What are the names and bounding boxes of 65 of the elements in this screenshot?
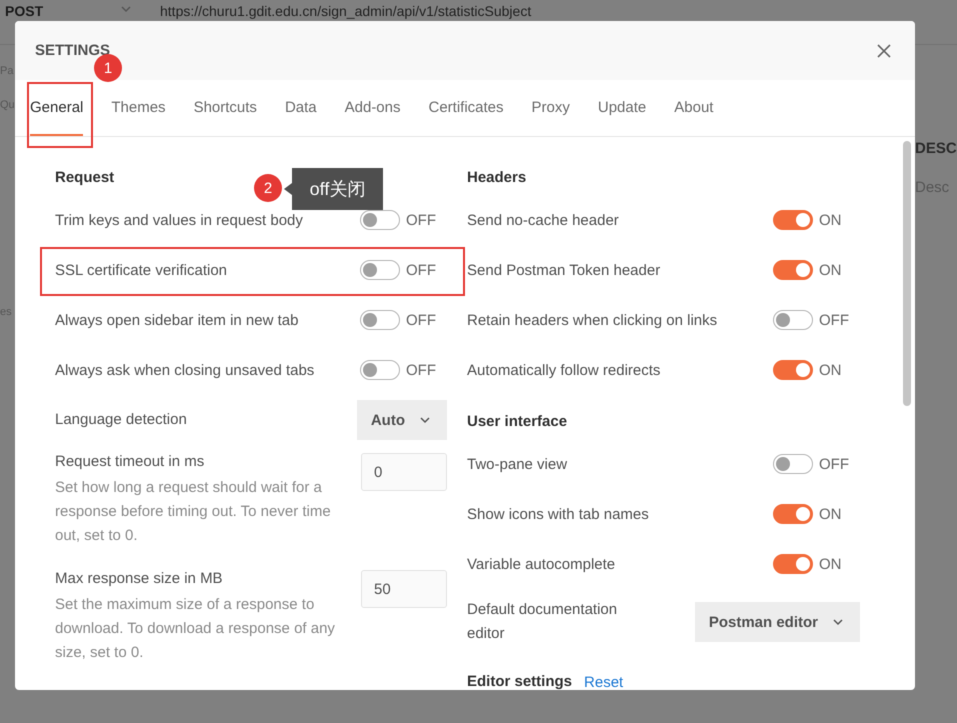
dropdown[interactable]: Postman editor [694, 602, 860, 642]
toggle-state: ON [819, 362, 842, 378]
setting-label: Language detection [55, 410, 187, 430]
setting-description: Set the maximum size of a response to download. To download a response of any size, set to 0. [55, 595, 336, 663]
toggle-state: ON [819, 506, 842, 522]
toggle-switch[interactable] [360, 360, 400, 380]
tab[interactable]: Themes [111, 80, 166, 136]
setting-label: Request timeout in ms [55, 453, 206, 470]
tooltip: off关闭 [292, 168, 383, 210]
toggle-switch[interactable] [773, 360, 813, 380]
toggle-state: OFF [406, 362, 436, 378]
toggle-switch[interactable] [773, 454, 813, 474]
tooltip-arrow-icon [284, 183, 292, 195]
toggle-state: ON [819, 556, 842, 572]
number-field[interactable]: 0 [361, 453, 447, 491]
toggle-state: OFF [406, 312, 436, 328]
setting-label: Show icons with tab names [467, 506, 649, 522]
toggle-switch[interactable] [360, 310, 400, 330]
tab[interactable]: Update [598, 80, 646, 136]
scrollbar[interactable] [903, 141, 911, 406]
section-title: Request [55, 168, 114, 188]
dropdown[interactable]: Auto [356, 400, 447, 440]
toggle-switch[interactable] [360, 210, 400, 230]
toggle-state: ON [819, 212, 842, 228]
setting-label: Automatically follow redirects [467, 362, 660, 378]
toggle-state: OFF [819, 312, 849, 328]
toggle-switch[interactable] [773, 554, 813, 574]
toggle-switch[interactable] [773, 504, 813, 524]
toggle-switch[interactable] [773, 260, 813, 280]
callout-badge: 2 [254, 174, 282, 202]
background-text: DESC [915, 140, 957, 157]
tab[interactable]: Proxy [532, 80, 570, 136]
toggle-switch[interactable] [360, 260, 400, 280]
setting-label: Always open sidebar item in new tab [55, 312, 298, 328]
toggle-switch[interactable] [773, 310, 813, 330]
setting-label: Max response size in MB [55, 570, 224, 587]
toggle-state: OFF [819, 456, 849, 472]
number-field[interactable]: 50 [361, 570, 447, 608]
toggle-state: OFF [406, 262, 436, 278]
toggle-state: ON [819, 262, 842, 278]
setting-label: Variable autocomplete [467, 556, 616, 572]
setting-label: Send Postman Token header [467, 262, 660, 278]
close-button[interactable] [875, 42, 893, 60]
setting-label: Send no-cache header [467, 212, 619, 228]
tab[interactable]: Shortcuts [194, 80, 257, 136]
setting-label: Two-pane view [467, 456, 568, 472]
section-title: Editor settings [467, 672, 572, 690]
setting-label: Trim keys and values in request body [55, 212, 303, 228]
setting-label: Retain headers when clicking on links [467, 312, 718, 328]
setting-label: Always ask when closing unsaved tabs [55, 362, 314, 378]
tab[interactable]: Data [284, 80, 317, 136]
setting-label: Default documentation editor [467, 600, 618, 644]
toggle-state: OFF [406, 212, 436, 228]
tab[interactable]: Add-ons [344, 80, 400, 136]
url-text: https://churu1.gdit.edu.cn/sign_admin/api/v1/statisticSubject [159, 3, 532, 19]
setting-label: SSL certificate verification [55, 262, 228, 278]
section-title: Headers [467, 168, 526, 188]
tab[interactable]: Certificates [428, 80, 504, 136]
section-title: User interface [467, 412, 568, 432]
method-label: POST [4, 3, 44, 19]
setting-description: Set how long a request should wait for a response before timing out. To never time out, set to 0. [55, 478, 332, 546]
reset-link[interactable]: Reset [584, 674, 624, 690]
tab[interactable]: About [674, 80, 714, 136]
tab[interactable]: General [30, 80, 84, 136]
toggle-switch[interactable] [773, 210, 813, 230]
